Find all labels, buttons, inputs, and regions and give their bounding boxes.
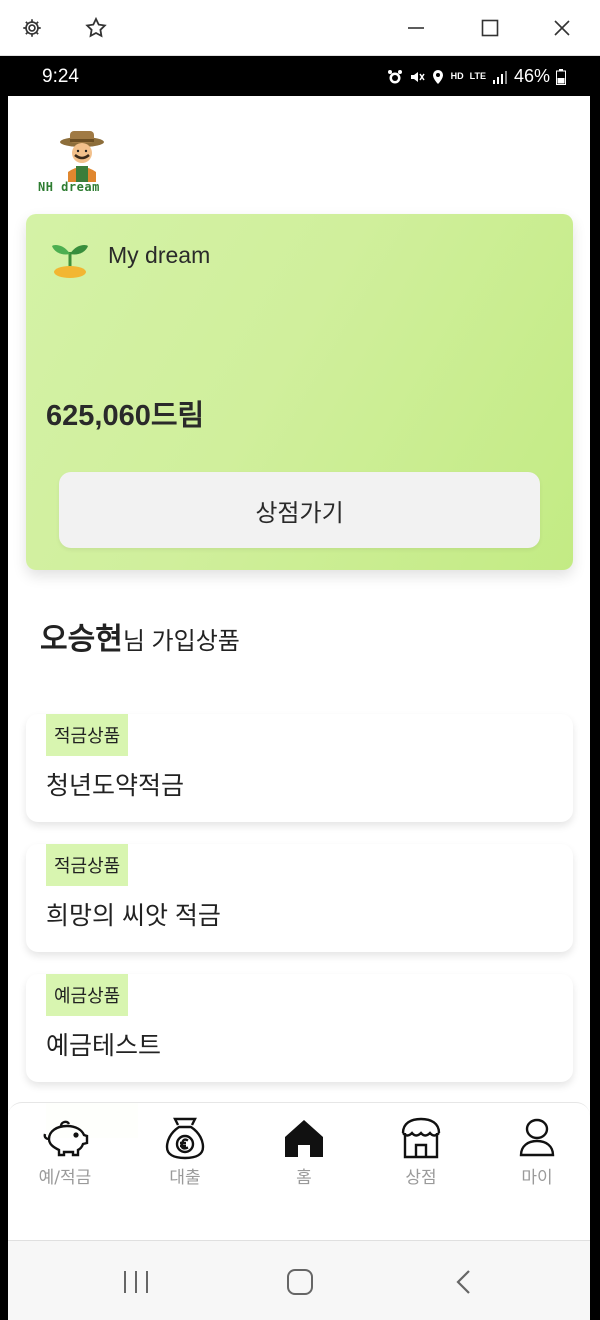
dream-points: 625,060드림 [46,400,205,432]
status-icons: HD LTE 46% [387,66,566,87]
mute-icon [409,69,425,85]
home-icon [285,1120,323,1157]
app-screen: NH dream My dream 625,060드림 상점가기 오승현님 가입… [8,96,590,1240]
location-icon [431,69,445,85]
product-name: 청년도약적금 [46,772,185,800]
user-icon [519,1118,555,1157]
gear-icon[interactable] [18,14,46,42]
bezel-right [590,96,600,1320]
alarm-icon [387,69,403,85]
bezel-left [0,96,8,1320]
recents-icon[interactable] [116,1267,156,1297]
piggy-bank-icon [43,1120,89,1157]
product-card[interactable]: 적금상품 청년도약적금 [26,714,573,822]
user-name: 오승현 [40,623,123,656]
nav-item-store[interactable]: 상점 [366,1115,476,1195]
system-navigation-bar [8,1240,590,1320]
signal-icon [492,70,508,84]
my-dream-card: My dream 625,060드림 상점가기 [26,214,573,570]
window-toolbar [0,0,600,56]
money-bag-icon [165,1117,205,1160]
product-name: 예금테스트 [46,1032,162,1060]
nav-item-savings[interactable]: 예/적금 [10,1115,120,1195]
emulator-frame: 9:24 HD LTE 46% NH dream My dream 625,06… [0,0,600,1320]
maximize-icon[interactable] [476,14,504,42]
product-tag: 예금상품 [46,974,129,1016]
back-icon[interactable] [444,1267,484,1297]
star-icon[interactable] [82,14,110,42]
store-icon [401,1117,441,1159]
product-card[interactable]: 예금상품 예금테스트 [26,974,573,1082]
product-card[interactable]: 적금상품 희망의 씨앗 적금 [26,844,573,952]
nav-item-my[interactable]: 마이 [482,1115,590,1195]
nav-label: 홈 [296,1168,312,1188]
nav-item-loan[interactable]: 대출 [130,1115,240,1195]
nav-label: 예/적금 [38,1168,92,1188]
product-name: 희망의 씨앗 적금 [46,902,221,930]
hd-indicator: HD [450,71,464,81]
nav-label: 대출 [169,1168,201,1188]
logo-text: NH dream [38,180,100,194]
product-tag: 적금상품 [46,844,129,886]
home-button-icon[interactable] [280,1267,320,1297]
sprout-icon [50,236,90,278]
dream-title: My dream [108,242,211,268]
lte-indicator: LTE [469,71,486,81]
shop-button[interactable]: 상점가기 [59,472,540,548]
nav-label: 상점 [405,1168,437,1188]
subscriptions-title-suffix: 님 가입상품 [122,628,240,655]
bottom-navigation: 예/적금 대출 홈 상점 마이 [8,1102,590,1240]
nav-item-home[interactable]: 홈 [249,1115,359,1195]
subscriptions-heading: 오승현님 가입상품 [40,614,240,658]
close-icon[interactable] [548,14,576,42]
battery-icon [556,68,566,85]
product-tag: 적금상품 [46,714,129,756]
minimize-icon[interactable] [402,14,430,42]
nav-label: 마이 [521,1168,553,1188]
status-time: 9:24 [42,66,79,87]
battery-level: 46% [513,66,550,86]
